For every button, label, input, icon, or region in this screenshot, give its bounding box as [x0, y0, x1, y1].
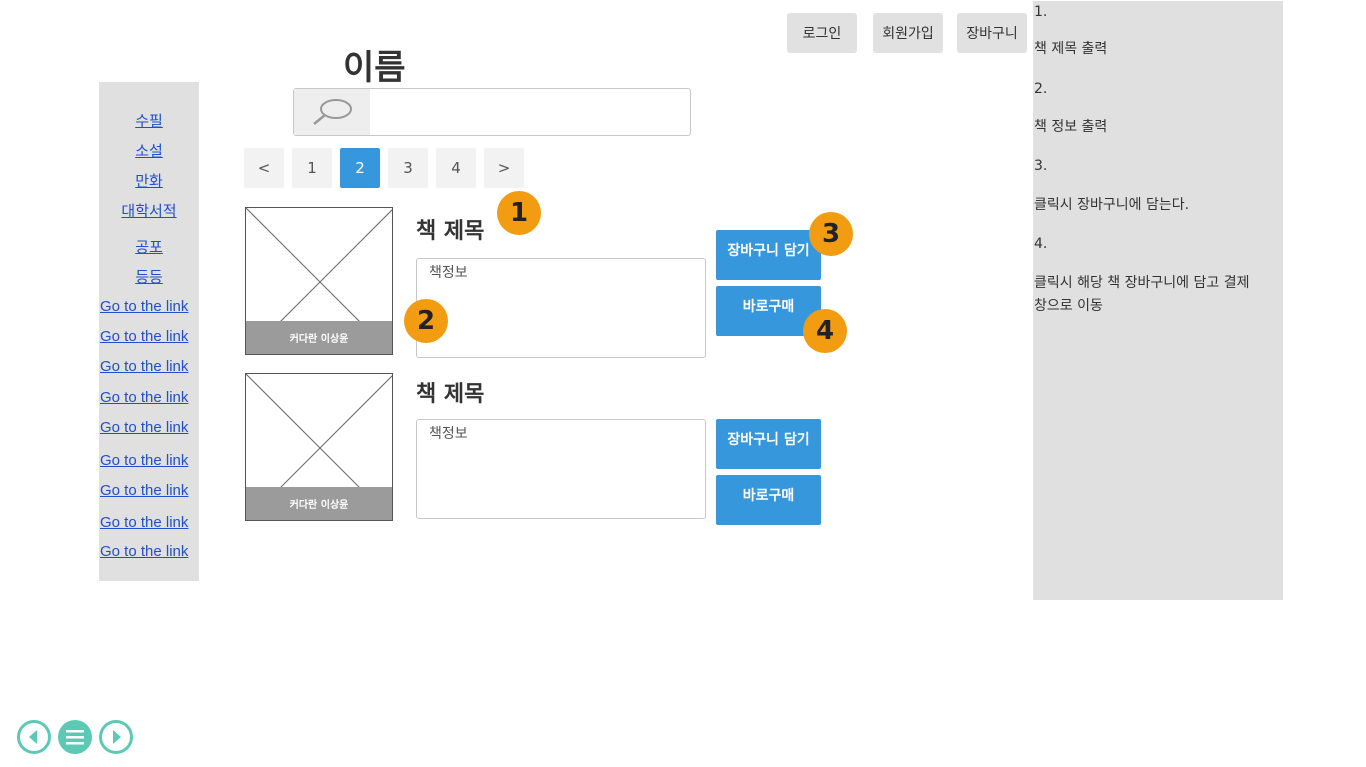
book-info: 책정보 — [416, 258, 706, 358]
sidebar-category-novel[interactable]: 소설 — [99, 140, 199, 161]
sidebar-category-textbooks[interactable]: 대학서적 — [99, 200, 199, 221]
book-title: 책 제목 — [416, 382, 485, 407]
pagination-prev-button[interactable]: < — [244, 148, 284, 188]
annotation-badge-1: 1 — [497, 191, 541, 235]
sidebar: 수필 소설 만화 대학서적 공포 등등 Go to the link Go to… — [99, 82, 199, 581]
description-line: 책 정보 출력 — [1034, 119, 1108, 135]
description-line: 1. — [1034, 4, 1048, 20]
sidebar-link[interactable]: Go to the link — [100, 328, 188, 345]
sidebar-link[interactable]: Go to the link — [100, 298, 188, 315]
book-image-placeholder[interactable]: 커다란 이상윤 — [245, 207, 393, 355]
book-title: 책 제목 — [416, 219, 485, 244]
description-line: 3. — [1034, 158, 1048, 174]
add-to-cart-button[interactable]: 장바구니 담기 — [716, 419, 821, 469]
annotation-badge-2: 2 — [404, 299, 448, 343]
sidebar-category-etc[interactable]: 등등 — [99, 266, 199, 287]
add-to-cart-button[interactable]: 장바구니 담기 — [716, 230, 821, 280]
book-image-caption: 커다란 이상윤 — [246, 321, 392, 354]
annotation-badge-3: 3 — [809, 212, 853, 256]
circle-left-arrow-icon[interactable] — [17, 720, 51, 754]
sidebar-link[interactable]: Go to the link — [100, 514, 188, 531]
description-line: 4. — [1034, 236, 1048, 252]
sidebar-category-essay[interactable]: 수필 — [99, 110, 199, 131]
book-image-placeholder[interactable]: 커다란 이상윤 — [245, 373, 393, 521]
sidebar-link[interactable]: Go to the link — [100, 389, 188, 406]
search-bar — [293, 88, 691, 136]
description-line: 클릭시 장바구니에 담는다. — [1034, 197, 1190, 213]
login-button[interactable]: 로그인 — [787, 13, 857, 53]
search-icon[interactable] — [294, 89, 370, 135]
sidebar-link[interactable]: Go to the link — [100, 419, 188, 436]
description-line: 클릭시 해당 책 장바구니에 담고 결제 — [1034, 275, 1250, 291]
annotation-badge-4: 4 — [803, 309, 847, 353]
pagination-page-1[interactable]: 1 — [292, 148, 332, 188]
sidebar-link[interactable]: Go to the link — [100, 543, 188, 560]
description-line: 2. — [1034, 81, 1048, 97]
sidebar-link[interactable]: Go to the link — [100, 358, 188, 375]
pagination-page-4[interactable]: 4 — [436, 148, 476, 188]
book-image-caption: 커다란 이상윤 — [246, 487, 392, 520]
pagination-next-button[interactable]: > — [484, 148, 524, 188]
site-title: 이름 — [343, 48, 406, 88]
description-line: 책 제목 출력 — [1034, 41, 1108, 57]
pagination-page-2[interactable]: 2 — [340, 148, 380, 188]
signup-button[interactable]: 회원가입 — [873, 13, 943, 53]
circle-right-arrow-icon[interactable] — [99, 720, 133, 754]
buy-now-button[interactable]: 바로구매 — [716, 475, 821, 525]
sidebar-category-horror[interactable]: 공포 — [99, 236, 199, 257]
cart-button[interactable]: 장바구니 — [957, 13, 1027, 53]
book-info: 책정보 — [416, 419, 706, 519]
sidebar-category-comics[interactable]: 만화 — [99, 170, 199, 191]
description-panel: 1. 책 제목 출력 2. 책 정보 출력 3. 클릭시 장바구니에 담는다. … — [1033, 1, 1283, 600]
circle-menu-icon[interactable] — [58, 720, 92, 754]
sidebar-link[interactable]: Go to the link — [100, 482, 188, 499]
pagination-page-3[interactable]: 3 — [388, 148, 428, 188]
sidebar-link[interactable]: Go to the link — [100, 452, 188, 469]
description-line: 창으로 이동 — [1034, 298, 1103, 314]
search-input[interactable] — [370, 89, 690, 135]
